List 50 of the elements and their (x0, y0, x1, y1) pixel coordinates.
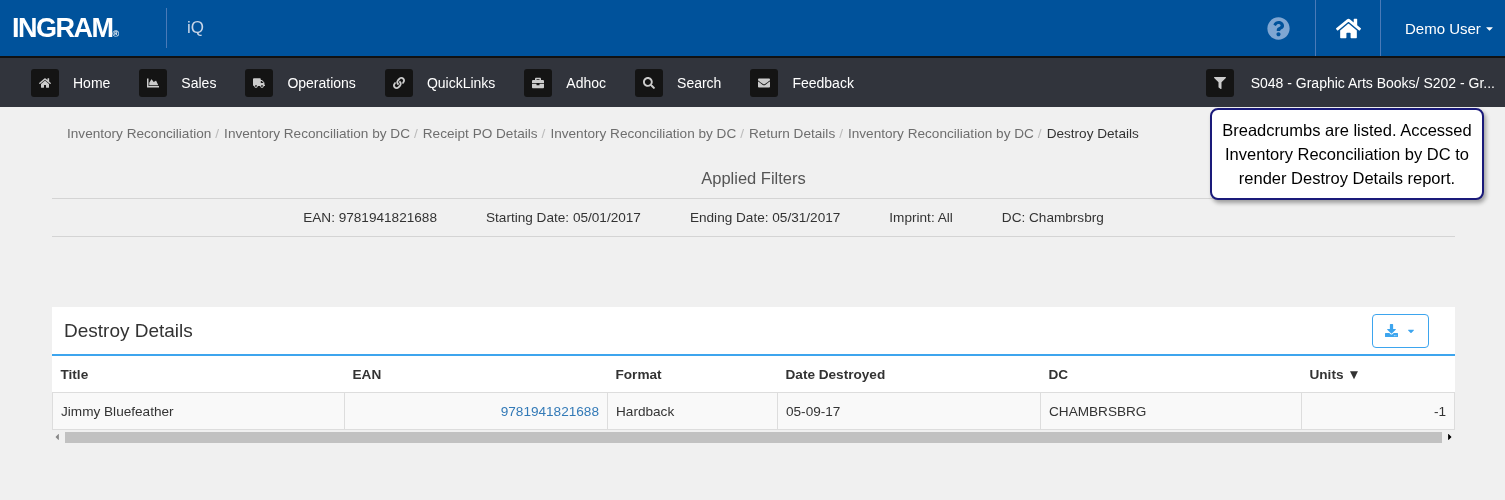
download-icon (1385, 324, 1398, 337)
nav-link[interactable]: Home (73, 74, 111, 91)
breadcrumb-separator: / (1037, 125, 1042, 141)
filters-title: Applied Filters (701, 169, 806, 187)
logo: INGRAM® (11, 12, 121, 44)
nav-link[interactable]: Feedback (792, 74, 854, 91)
breadcrumb[interactable]: Return Details (749, 125, 836, 141)
home-button[interactable] (1315, 0, 1381, 56)
table-cell: Jimmy Bluefeather (52, 392, 345, 430)
filter-value: Imprint: All (889, 210, 953, 225)
table-cell: -1 (1301, 392, 1455, 430)
area-chart-icon[interactable] (139, 68, 168, 97)
breadcrumb-separator: / (740, 125, 745, 141)
filter-value: EAN: 9781941821688 (303, 210, 437, 225)
breadcrumb[interactable]: Receipt PO Details (422, 125, 538, 141)
envelope-icon[interactable] (750, 68, 779, 97)
nav-link[interactable]: Sales (181, 74, 217, 91)
nav-link[interactable]: QuickLinks (426, 74, 496, 91)
nav-link[interactable]: Search (677, 74, 722, 91)
breadcrumb-separator: / (839, 125, 843, 141)
briefcase-icon[interactable] (524, 68, 553, 97)
truck-icon[interactable] (245, 68, 274, 97)
app-name: iQ (187, 18, 204, 38)
home-icon[interactable] (31, 68, 59, 97)
callout-note: Breadcrumbs are listed. Accessed Inventory Reconciliation by DC to render Destroy Details report. (1210, 108, 1484, 200)
account-selector[interactable]: S048 - Graphic Arts Books/ S202 - Gr... (1250, 74, 1495, 91)
panel-title: Destroy Details (64, 319, 193, 342)
link-icon[interactable] (384, 68, 413, 97)
filter-value: DC: Chambrsbrg (1001, 210, 1104, 225)
breadcrumb-separator: / (541, 125, 546, 141)
filter-value: Ending Date: 05/31/2017 (689, 210, 841, 225)
download-button[interactable] (1372, 313, 1429, 348)
filter-icon[interactable] (1205, 68, 1234, 97)
breadcrumb-separator: / (414, 125, 418, 141)
table-cell: Hardback (607, 392, 778, 430)
breadcrumb[interactable]: Inventory Reconciliation by DC (550, 125, 737, 141)
filter-value: Starting Date: 05/01/2017 (486, 210, 641, 225)
nav-link[interactable]: Operations (287, 74, 356, 91)
table-link[interactable]: 9781941821688 (344, 392, 608, 430)
help-icon[interactable] (1266, 16, 1290, 40)
user-menu[interactable]: Demo User (1381, 19, 1505, 37)
breadcrumb[interactable]: Inventory Reconciliation by DC (224, 125, 410, 141)
breadcrumb: Destroy Details (1046, 125, 1139, 141)
nav-link[interactable]: Adhoc (566, 74, 607, 91)
search-icon[interactable] (635, 68, 664, 97)
breadcrumb-separator: / (215, 125, 220, 141)
breadcrumb[interactable]: Inventory Reconciliation (67, 125, 212, 141)
table-cell: 05-09-17 (777, 392, 1041, 430)
breadcrumb[interactable]: Inventory Reconciliation by DC (847, 125, 1034, 141)
table-cell: CHAMBRSBRG (1040, 392, 1302, 430)
